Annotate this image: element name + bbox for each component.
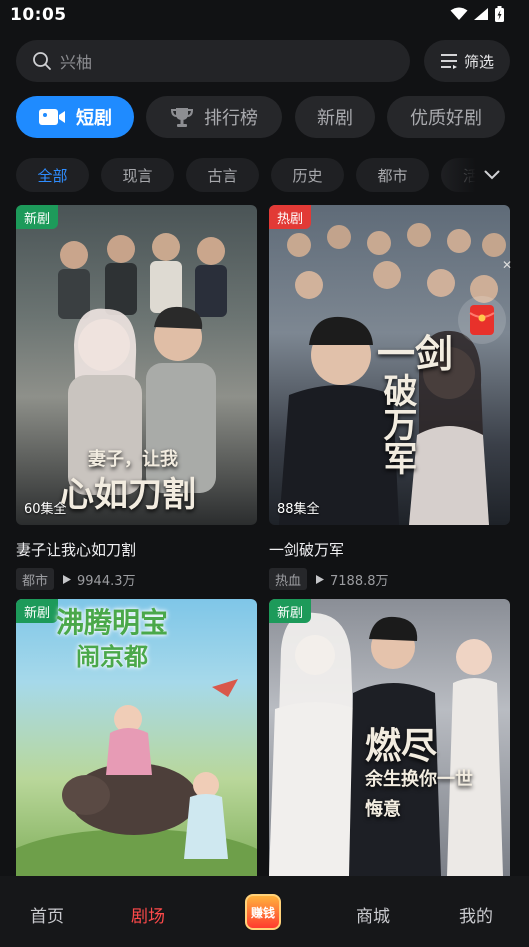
poster-title-line1: 燃尽 xyxy=(365,725,438,767)
genre-tag-modern-romance[interactable]: 现言 xyxy=(101,158,174,192)
nav-mine[interactable]: 我的 xyxy=(459,902,493,927)
status-time: 10:05 xyxy=(10,5,67,25)
genre-tag-ancient-romance[interactable]: 古言 xyxy=(186,158,259,192)
nav-mall[interactable]: 商城 xyxy=(356,902,390,927)
tab-ranking[interactable]: 排行榜 xyxy=(146,96,282,138)
tab-quality-drama-label: 优质好剧 xyxy=(410,108,482,129)
play-count: 7188.8万 xyxy=(330,573,389,589)
drama-title[interactable]: 一剑破万军 xyxy=(269,539,510,560)
drama-poster[interactable]: 新剧 燃尽 余生换你一世悔意 xyxy=(269,599,510,876)
filter-icon xyxy=(440,54,457,69)
poster-title-line2: 闹京都 xyxy=(76,642,148,671)
genre-tag-history[interactable]: 历史 xyxy=(271,158,344,192)
search-bar[interactable]: 兴柚 xyxy=(16,40,410,82)
play-count: 9944.3万 xyxy=(77,573,136,589)
signal-icon xyxy=(474,8,488,20)
genre-label: 热血 xyxy=(269,568,308,590)
drama-title[interactable]: 妻子让我心如刀割 xyxy=(16,539,257,560)
battery-icon xyxy=(495,6,504,22)
search-input[interactable]: 兴柚 xyxy=(60,49,92,73)
filter-label: 筛选 xyxy=(463,52,494,71)
tab-new-drama-label: 新剧 xyxy=(317,108,353,129)
wifi-icon xyxy=(450,7,468,20)
expand-tags-button[interactable] xyxy=(476,160,508,190)
genre-label: 都市 xyxy=(16,568,55,590)
red-packet-button[interactable] xyxy=(458,296,506,344)
new-badge: 新剧 xyxy=(269,599,312,623)
drama-card[interactable]: 新剧 燃尽 余生换你一世悔意 xyxy=(269,599,510,876)
nav-theater[interactable]: 剧场 xyxy=(131,902,165,927)
nav-earn-label: 赚钱 xyxy=(250,905,275,920)
drama-poster[interactable]: 热剧 一剑 破万军 88集全 xyxy=(269,205,510,525)
genre-tag-urban[interactable]: 都市 xyxy=(356,158,429,192)
play-icon xyxy=(316,574,325,584)
filter-button[interactable]: 筛选 xyxy=(424,40,510,82)
hot-badge: 热剧 xyxy=(269,205,312,229)
new-badge: 新剧 xyxy=(16,205,59,229)
genre-tag-all[interactable]: 全部 xyxy=(16,158,89,192)
play-icon xyxy=(63,574,72,584)
episode-count: 60集全 xyxy=(24,502,67,517)
search-icon xyxy=(33,52,51,70)
chevron-down-icon xyxy=(484,170,500,180)
poster-title-line1: 沸腾明宝 xyxy=(56,606,169,639)
poster-title-line2: 破万军 xyxy=(377,373,417,475)
bottom-nav: 首页 剧场 赚钱 商城 我的 xyxy=(0,876,529,947)
poster-title-line2: 心如刀割 xyxy=(60,475,196,515)
tab-short-drama-label: 短剧 xyxy=(76,108,112,129)
tab-quality-drama[interactable]: 优质好剧 xyxy=(387,96,505,138)
drama-card[interactable]: 热剧 一剑 破万军 88集全 一剑破万军 热血 7188.8万 xyxy=(269,205,510,590)
nav-earn-button[interactable]: 赚钱 xyxy=(245,894,281,930)
drama-card[interactable]: 新剧 妻子，让我 心如刀割 60集全 妻子让我心如刀割 都市 9944.3万 xyxy=(16,205,257,590)
status-bar: 10:05 xyxy=(0,0,529,30)
video-camera-icon xyxy=(39,109,65,125)
poster-title-line2: 余生换你一世悔意 xyxy=(365,769,473,820)
episode-count: 88集全 xyxy=(277,502,320,517)
red-envelope-icon xyxy=(469,305,495,335)
tab-new-drama[interactable]: 新剧 xyxy=(295,96,375,138)
drama-poster[interactable]: 新剧 妻子，让我 心如刀割 60集全 xyxy=(16,205,257,525)
nav-home[interactable]: 首页 xyxy=(30,902,64,927)
trophy-icon xyxy=(170,108,194,127)
tab-ranking-label: 排行榜 xyxy=(204,108,258,129)
tab-short-drama[interactable]: 短剧 xyxy=(16,96,134,138)
drama-poster[interactable]: 新剧 沸腾明宝 闹京都 xyxy=(16,599,257,876)
poster-title-line1: 一剑 xyxy=(377,331,454,376)
drama-card[interactable]: 新剧 沸腾明宝 闹京都 xyxy=(16,599,257,876)
close-icon[interactable]: ✕ xyxy=(500,258,514,272)
new-badge: 新剧 xyxy=(16,599,59,623)
